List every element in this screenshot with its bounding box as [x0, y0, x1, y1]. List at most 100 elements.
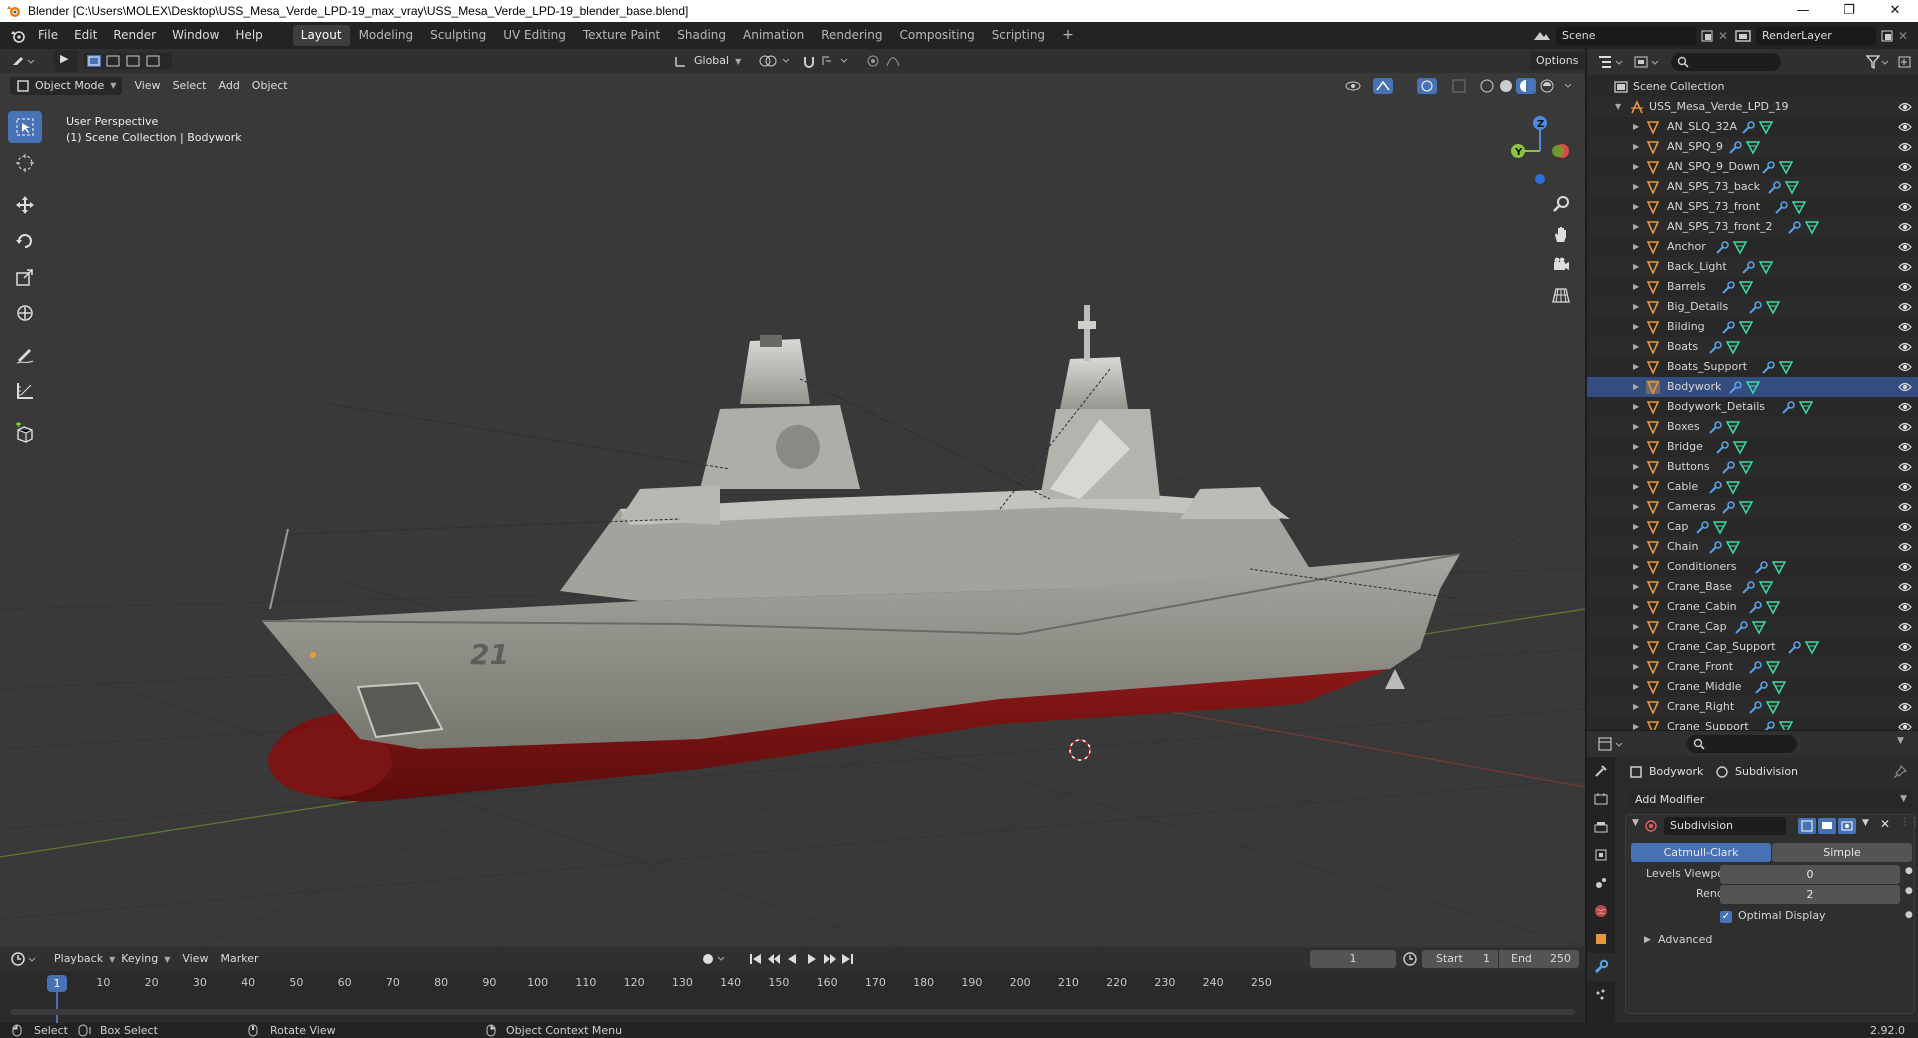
outliner-row-boats-support[interactable]: ▶ Boats_Support — [1587, 357, 1918, 377]
mesh-data-icon[interactable] — [1792, 199, 1806, 215]
tab-tool[interactable] — [1587, 757, 1615, 785]
transform-orientation-dropdown[interactable]: Global — [688, 52, 735, 70]
collection-expand-icon[interactable]: ▼ — [1615, 97, 1621, 117]
visibility-eye-icon[interactable] — [1898, 381, 1912, 393]
view-layer-field[interactable]: RenderLayer — [1756, 27, 1876, 45]
tab-scene[interactable] — [1587, 869, 1615, 897]
modifier-wrench-icon[interactable] — [1767, 179, 1782, 195]
mesh-data-icon[interactable] — [1759, 259, 1773, 275]
visibility-eye-icon[interactable] — [1898, 281, 1912, 293]
expand-row-icon[interactable]: ▶ — [1633, 437, 1639, 457]
outliner-search-input[interactable] — [1671, 53, 1781, 71]
outliner-row-conditioners[interactable]: ▶ Conditioners — [1587, 557, 1918, 577]
expand-row-icon[interactable]: ▶ — [1633, 257, 1639, 277]
tool-select-box[interactable] — [8, 111, 42, 143]
expand-row-icon[interactable]: ▶ — [1633, 117, 1639, 137]
expand-row-icon[interactable]: ▶ — [1633, 477, 1639, 497]
camera-view-button[interactable] — [1548, 252, 1574, 278]
modifier-wrench-icon[interactable] — [1787, 639, 1801, 655]
visibility-eye-icon[interactable] — [1898, 341, 1912, 353]
timeline-scrollbar[interactable] — [10, 1009, 1575, 1015]
playhead-frame-marker[interactable]: 1 — [47, 975, 67, 992]
visibility-eye-icon[interactable] — [1898, 141, 1912, 153]
workspace-tab-layout[interactable]: Layout — [292, 25, 350, 46]
modifier-wrench-icon[interactable] — [1741, 119, 1755, 135]
remove-modifier-icon[interactable]: ✕ — [1880, 817, 1890, 831]
menu-render[interactable]: Render — [105, 22, 164, 49]
mesh-data-icon[interactable] — [1739, 319, 1754, 335]
visibility-eye-icon[interactable] — [1898, 501, 1912, 513]
modifier-wrench-icon[interactable] — [1721, 319, 1735, 335]
workspace-tab-compositing[interactable]: Compositing — [891, 25, 982, 46]
modifier-wrench-icon[interactable] — [1721, 459, 1735, 475]
mesh-data-icon[interactable] — [1805, 639, 1820, 655]
delete-view-layer-icon[interactable]: ✕ — [1898, 29, 1908, 43]
tab-modifiers[interactable] — [1587, 953, 1615, 981]
modifier-wrench-icon[interactable] — [1695, 519, 1709, 535]
outliner-row-cameras[interactable]: ▶ Cameras — [1587, 497, 1918, 517]
outliner-row-buttons[interactable]: ▶ Buttons — [1587, 457, 1918, 477]
zoom-view-button[interactable] — [1548, 191, 1574, 217]
optimal-display-checkbox[interactable]: ✓ — [1720, 911, 1732, 923]
visibility-eye-icon[interactable] — [1898, 601, 1912, 613]
outliner-row-crane-middle[interactable]: ▶ Crane_Middle — [1587, 677, 1918, 697]
mesh-data-icon[interactable] — [1778, 719, 1793, 730]
modifier-wrench-icon[interactable] — [1761, 719, 1775, 730]
expand-row-icon[interactable]: ▶ — [1633, 417, 1639, 437]
mesh-data-icon[interactable] — [1726, 539, 1740, 555]
outliner-row-chain[interactable]: ▶ Chain — [1587, 537, 1918, 557]
advanced-expand-icon[interactable]: ▶ — [1644, 935, 1651, 945]
mesh-data-icon[interactable] — [1739, 279, 1754, 295]
viewport-menu-object[interactable]: Object — [246, 77, 294, 95]
expand-row-icon[interactable]: ▶ — [1633, 277, 1639, 297]
outliner-row-barrels[interactable]: ▶ Barrels — [1587, 277, 1918, 297]
end-frame-field[interactable]: End 250 — [1499, 950, 1579, 968]
outliner-row-back-light[interactable]: ▶ Back_Light — [1587, 257, 1918, 277]
new-view-layer-icon[interactable] — [1880, 29, 1894, 43]
outliner-row-an-sps-73-front-2[interactable]: ▶ AN_SPS_73_front_2 — [1587, 217, 1918, 237]
modifier-wrench-icon[interactable] — [1754, 559, 1768, 575]
visibility-eye-icon[interactable] — [1898, 441, 1912, 453]
modifier-wrench-icon[interactable] — [1715, 439, 1729, 455]
mesh-data-icon[interactable] — [1712, 519, 1727, 535]
modifier-wrench-icon[interactable] — [1708, 539, 1722, 555]
visibility-eye-icon[interactable] — [1898, 121, 1912, 133]
visibility-eye-icon[interactable] — [1898, 541, 1912, 553]
modifier-wrench-icon[interactable] — [1774, 199, 1788, 215]
tool-scale[interactable] — [8, 261, 42, 293]
visibility-eye-icon[interactable] — [1898, 681, 1912, 693]
visibility-eye-icon[interactable] — [1898, 241, 1912, 253]
modifier-name-field[interactable]: Subdivision — [1664, 817, 1786, 835]
expand-row-icon[interactable]: ▶ — [1633, 297, 1639, 317]
workspace-tab-scripting[interactable]: Scripting — [984, 25, 1053, 46]
mesh-data-icon[interactable] — [1772, 679, 1787, 695]
modifier-extras-icon[interactable]: ▼ — [1862, 818, 1869, 828]
pin-icon[interactable] — [1893, 765, 1907, 779]
outliner-row-an-spq-9-down[interactable]: ▶ AN_SPQ_9_Down — [1587, 157, 1918, 177]
outliner-row-crane-right[interactable]: ▶ Crane_Right — [1587, 697, 1918, 717]
tool-transform[interactable] — [8, 297, 42, 329]
scene-name-field[interactable]: Scene — [1556, 27, 1696, 45]
current-frame-field[interactable]: 1 — [1310, 950, 1396, 968]
visibility-eye-icon[interactable] — [1898, 361, 1912, 373]
timeline-menu-view[interactable]: View — [176, 950, 214, 968]
mesh-data-icon[interactable] — [1765, 699, 1780, 715]
tab-view-layer[interactable] — [1587, 841, 1615, 869]
outliner-row-anchor[interactable]: ▶ Anchor — [1587, 237, 1918, 257]
outliner-row-bridge[interactable]: ▶ Bridge — [1587, 437, 1918, 457]
new-scene-icon[interactable] — [1700, 29, 1714, 43]
add-workspace-button[interactable]: + — [1054, 25, 1082, 46]
modifier-wrench-icon[interactable] — [1748, 599, 1762, 615]
outliner-row-crane-base[interactable]: ▶ Crane_Base — [1587, 577, 1918, 597]
expand-row-icon[interactable]: ▶ — [1633, 157, 1639, 177]
visibility-eye-icon[interactable] — [1898, 661, 1912, 673]
mesh-data-icon[interactable] — [1732, 239, 1747, 255]
outliner-row-crane-cabin[interactable]: ▶ Crane_Cabin — [1587, 597, 1918, 617]
expand-row-icon[interactable]: ▶ — [1633, 497, 1639, 517]
view-layer-icon[interactable] — [1734, 28, 1754, 44]
visibility-eye-icon[interactable] — [1898, 201, 1912, 213]
viewport-menu-view[interactable]: View — [128, 77, 166, 95]
modifier-wrench-icon[interactable] — [1708, 419, 1722, 435]
expand-row-icon[interactable]: ▶ — [1633, 217, 1639, 237]
3d-viewport[interactable]: 21 ▶ Global ▼ Options Object Mode ▼ View… — [0, 49, 1585, 947]
